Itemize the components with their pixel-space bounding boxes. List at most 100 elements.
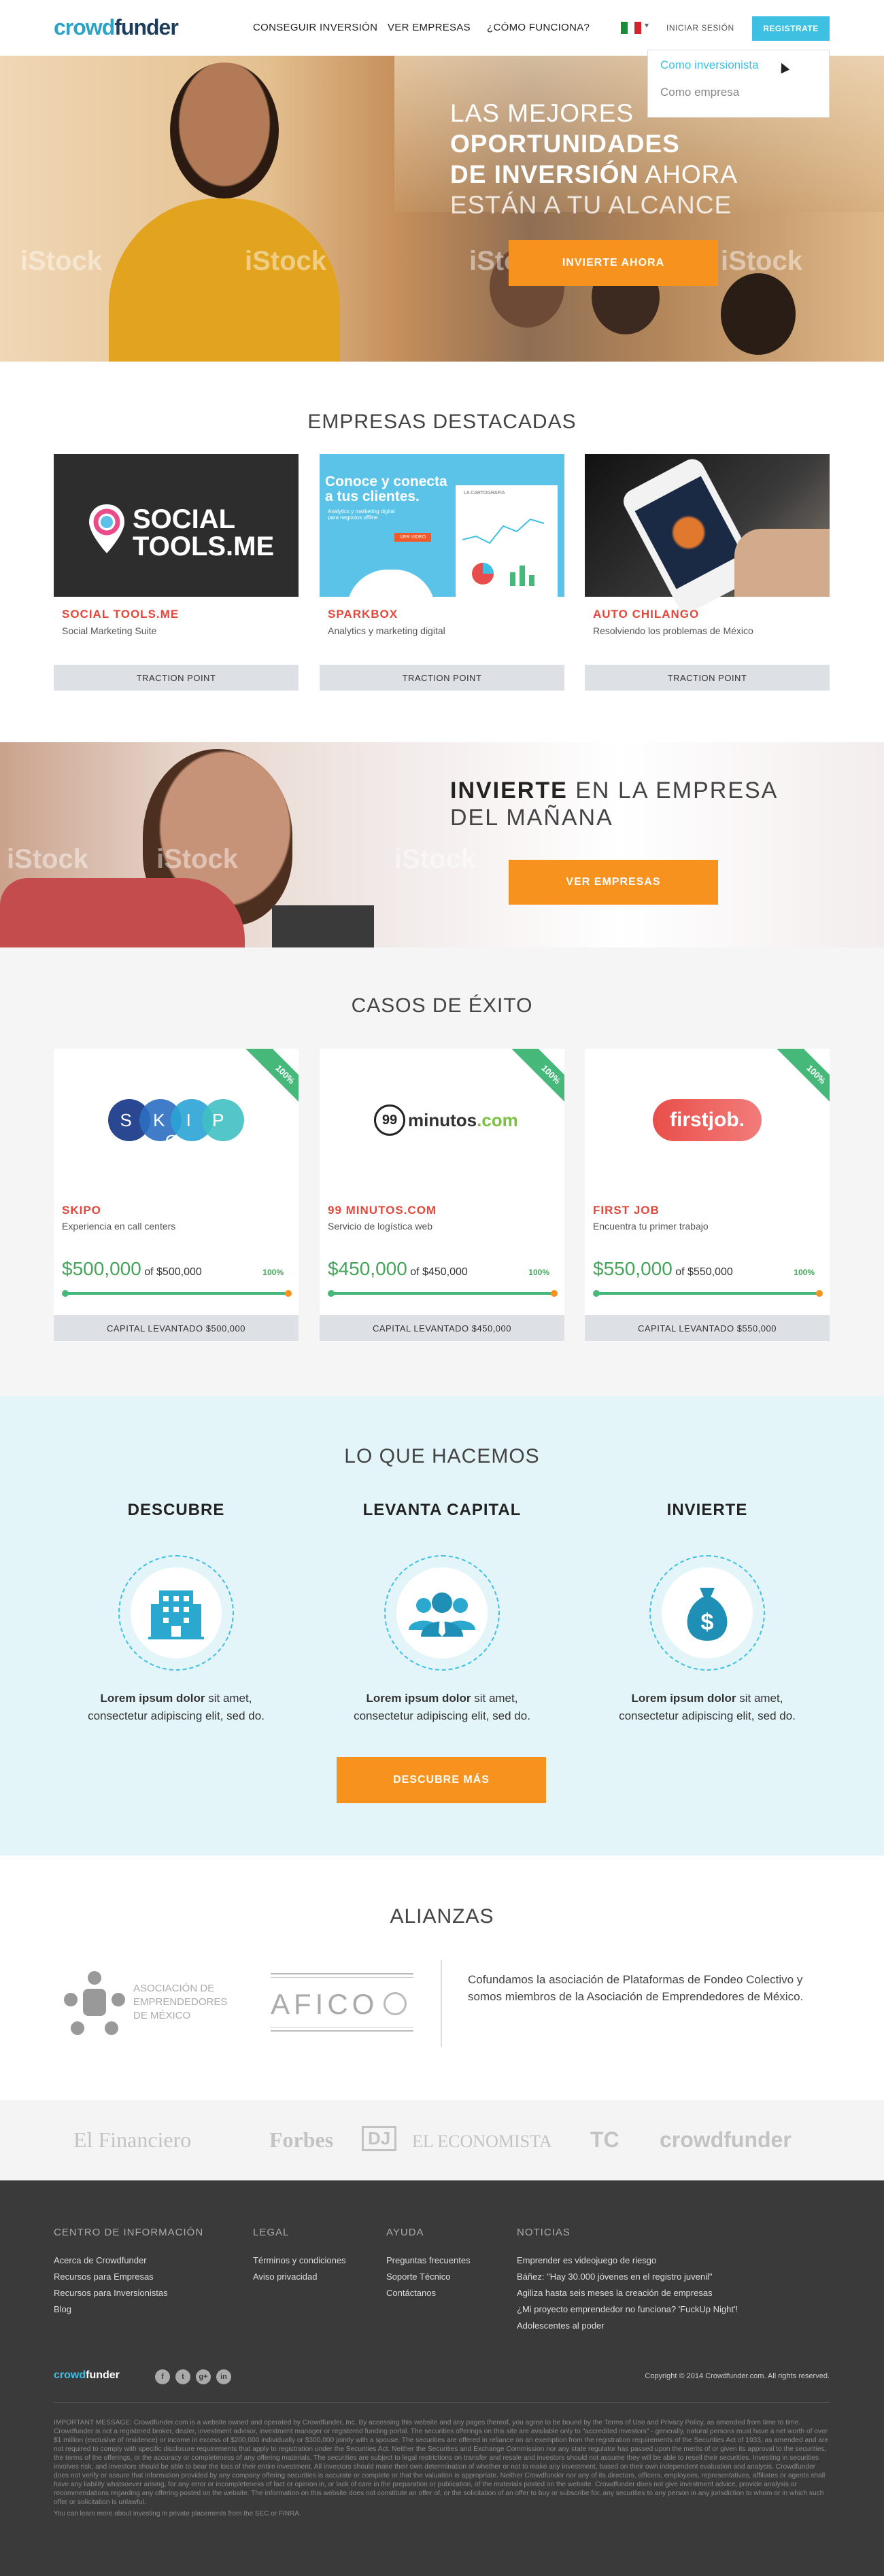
register-button[interactable]: REGISTRATE <box>752 16 830 41</box>
company-description: Social Marketing Suite <box>62 625 157 636</box>
descubre-mas-button[interactable]: DESCUBRE MÁS <box>337 1757 546 1803</box>
sparkbox-figure <box>347 570 435 610</box>
company-name[interactable]: 99 MINUTOS.COM <box>328 1204 437 1217</box>
traction-point-button[interactable]: TRACTION POINT <box>585 665 830 691</box>
dropdown-item-inversionista[interactable]: Como inversionista <box>660 58 759 72</box>
sparkbox-headline: Conoce y conecta a tus clientes. <box>325 474 447 504</box>
register-dropdown: Como inversionista Como empresa <box>647 50 830 118</box>
linkedin-icon[interactable]: in <box>216 2369 231 2384</box>
autochilango-image <box>585 454 830 616</box>
hand-photo <box>734 529 830 597</box>
funded-percent: 100% <box>794 1268 815 1277</box>
company-name[interactable]: FIRST JOB <box>593 1204 660 1217</box>
ver-empresas-button[interactable]: VER EMPRESAS <box>509 860 718 905</box>
footer-news-link[interactable]: Agiliza hasta seis meses la creación de … <box>517 2288 713 2298</box>
afico-logo[interactable]: AFICO <box>271 1973 413 2032</box>
facebook-icon[interactable]: f <box>155 2369 170 2384</box>
capital-levantado-button[interactable]: CAPITAL LEVANTADO $500,000 <box>54 1315 299 1341</box>
login-link[interactable]: INICIAR SESIÓN <box>666 23 734 33</box>
skipo-logo: S K I P O <box>108 1096 244 1151</box>
footer-link[interactable]: Soporte Técnico <box>386 2272 450 2282</box>
progress-bar <box>593 1290 823 1297</box>
legal-note: You can learn more about investing in pr… <box>54 2510 301 2518</box>
forbes-logo[interactable]: Forbes <box>269 2127 333 2153</box>
progress-bar <box>328 1290 558 1297</box>
alianzas-title: ALIANZAS <box>390 1905 494 1928</box>
company-name[interactable]: SKIPO <box>62 1204 101 1217</box>
eleconomista-logo[interactable]: EL ECONOMISTA <box>412 2131 552 2152</box>
footer-divider <box>54 2402 830 2403</box>
team-icon <box>384 1555 500 1671</box>
footer-link[interactable]: Blog <box>54 2304 71 2314</box>
funded-percent: 100% <box>528 1268 549 1277</box>
istock-watermark: iStock <box>7 844 89 874</box>
company-description: Experiencia en call centers <box>62 1221 176 1232</box>
promo-headline: INVIERTE EN LA EMPRESA DEL MAÑANA <box>450 778 779 831</box>
istock-watermark: iStock <box>394 844 477 874</box>
firstjob-logo: firstjob. <box>639 1096 775 1144</box>
nav-ver-empresas[interactable]: VER EMPRESAS <box>388 22 471 33</box>
dropdown-item-empresa[interactable]: Como empresa <box>660 86 739 99</box>
footer-link[interactable]: Recursos para Empresas <box>54 2272 154 2282</box>
traction-point-button[interactable]: TRACTION POINT <box>54 665 299 691</box>
col-title: LEVANTA CAPITAL <box>362 1501 522 1519</box>
col-levanta-capital: LEVANTA CAPITAL <box>333 1501 551 1520</box>
featured-card-sparkbox[interactable]: Conoce y conecta a tus clientes. Analytic… <box>320 454 564 692</box>
googleplus-icon[interactable]: g+ <box>196 2369 211 2384</box>
success-card-skipo[interactable]: 100% S K I P O SKIPO Experiencia en call… <box>54 1049 299 1341</box>
chevron-down-icon[interactable]: ▾ <box>645 20 649 30</box>
site-header: crowdfunder CONSEGUIR INVERSIÓN VER EMPR… <box>0 0 884 56</box>
dj-logo[interactable]: DJ <box>362 2126 397 2151</box>
featured-card-socialtools[interactable]: SOCIAL TOOLS.ME SOCIAL TOOLS.ME Social Ma… <box>54 454 299 692</box>
what-we-do-title: LO QUE HACEMOS <box>344 1445 540 1467</box>
laptop-photo <box>272 905 374 947</box>
raised-amount: $550,000 of $550,000 <box>593 1258 733 1279</box>
footer-link[interactable]: Acerca de Crowdfunder <box>54 2255 147 2265</box>
sparkbox-subtitle: Analytics y marketing digital para negoc… <box>328 508 395 521</box>
col-invierte: INVIERTE <box>598 1501 816 1520</box>
footer-heading: CENTRO DE INFORMACIÓN <box>54 2227 204 2238</box>
footer-news-link[interactable]: Emprender es videojuego de riesgo <box>517 2255 656 2265</box>
crowdfunder-press-logo[interactable]: crowdfunder <box>660 2127 792 2153</box>
footer-news-link[interactable]: ¿Mi proyecto emprendedor no funciona? 'F… <box>517 2304 738 2314</box>
success-title: CASOS DE ÉXITO <box>351 994 533 1017</box>
nav-como-funciona[interactable]: ¿CÓMO FUNCIONA? <box>487 22 590 33</box>
footer-link[interactable]: Contáctanos <box>386 2288 436 2298</box>
footer-link[interactable]: Aviso privacidad <box>253 2272 317 2282</box>
traction-point-button[interactable]: TRACTION POINT <box>320 665 564 691</box>
invierte-ahora-button[interactable]: INVIERTE AHORA <box>509 240 718 286</box>
footer-link[interactable]: Términos y condiciones <box>253 2255 346 2265</box>
mexico-flag-icon[interactable] <box>621 22 641 34</box>
raised-amount: $450,000 of $450,000 <box>328 1258 468 1279</box>
crowdfunder-logo[interactable]: crowdfunder <box>54 15 179 40</box>
success-card-99minutos[interactable]: 100% 99 minutos.com 99 MINUTOS.COM Servi… <box>320 1049 564 1341</box>
elfinanciero-logo[interactable]: El Financiero <box>73 2127 191 2153</box>
map-pin-icon <box>89 504 124 553</box>
capital-levantado-button[interactable]: CAPITAL LEVANTADO $450,000 <box>320 1315 564 1341</box>
svg-text:$: $ <box>701 1609 714 1635</box>
twitter-icon[interactable]: t <box>175 2369 190 2384</box>
footer-link[interactable]: Preguntas frecuentes <box>386 2255 471 2265</box>
footer-heading: AYUDA <box>386 2227 424 2238</box>
company-name[interactable]: SPARKBOX <box>328 608 398 621</box>
success-card-firstjob[interactable]: 100% firstjob. FIRST JOB Encuentra tu pr… <box>585 1049 830 1341</box>
featured-card-autochilango[interactable]: AUTO CHILANGO Resolviendo los problemas … <box>585 454 830 692</box>
asociacion-emprendedores-logo[interactable]: ASOCIACIÓN DE EMPRENDEDORES DE MÉXICO <box>57 1966 234 2040</box>
copyright: Copyright © 2014 Crowdfunder.com. All ri… <box>645 2372 830 2380</box>
capital-levantado-button[interactable]: CAPITAL LEVANTADO $550,000 <box>585 1315 830 1341</box>
techcrunch-logo[interactable]: TC <box>590 2127 619 2153</box>
footer-news-link[interactable]: Báñez: "Hay 30.000 jóvenes en el registr… <box>517 2272 712 2282</box>
company-name[interactable]: AUTO CHILANGO <box>593 608 699 621</box>
company-name[interactable]: SOCIAL TOOLS.ME <box>62 608 179 621</box>
nav-conseguir-inversion[interactable]: CONSEGUIR INVERSIÓN <box>253 22 377 33</box>
footer-link[interactable]: Recursos para Inversionistas <box>54 2288 168 2298</box>
promo-banner: iStock iStock iStock <box>0 742 884 947</box>
istock-watermark: iStock <box>721 246 803 276</box>
footer-logo[interactable]: crowdfunder <box>54 2369 120 2382</box>
descubre-text: Lorem ipsum dolor sit amet, consectetur a… <box>88 1692 265 1722</box>
company-description: Resolviendo los problemas de México <box>593 625 753 636</box>
company-description: Servicio de logística web <box>328 1221 433 1232</box>
99minutos-logo: 99 minutos.com <box>374 1096 518 1144</box>
levanta-text: Lorem ipsum dolor sit amet, consectetur a… <box>354 1692 530 1722</box>
footer-news-link[interactable]: Adolescentes al poder <box>517 2320 605 2331</box>
